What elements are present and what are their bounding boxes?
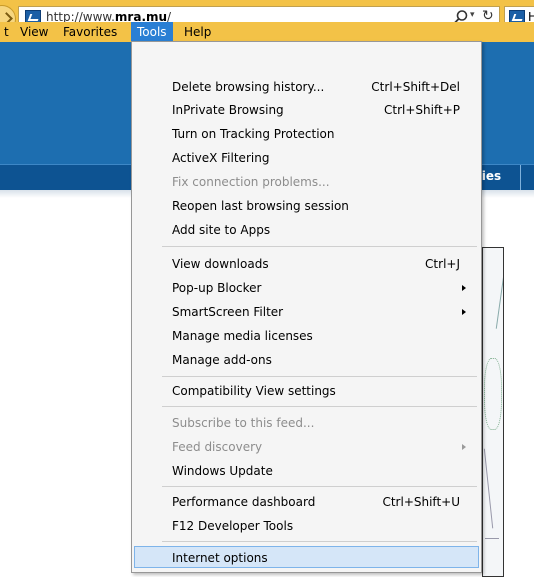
submenu-arrow-icon [462,444,466,450]
menu-separator [162,486,477,487]
menu-item-manage-add-ons[interactable]: Manage add-ons [134,348,479,370]
menu-item-performance-dashboard[interactable]: Performance dashboard Ctrl+Shift+U [134,490,479,512]
menu-favorites[interactable]: Favorites [57,22,123,42]
menu-item-manage-media-licenses[interactable]: Manage media licenses [134,324,479,346]
menu-item-reopen-last-session[interactable]: Reopen last browsing session [134,194,479,216]
menu-item-f12-developer-tools[interactable]: F12 Developer Tools [134,514,479,536]
menu-item-inprivate-browsing[interactable]: InPrivate Browsing Ctrl+Shift+P [134,98,479,120]
menu-view[interactable]: View [14,22,54,42]
nav-divider [520,165,521,190]
chevron-down-icon[interactable]: ▾ [470,10,475,20]
menu-item-fix-connection-problems: Fix connection problems... [172,175,330,189]
menu-item-activex-filtering[interactable]: ActiveX Filtering [134,146,479,168]
menu-item-internet-options[interactable]: Internet options [134,546,479,568]
submenu-arrow-icon [462,309,466,315]
menu-item-delete-browsing-history[interactable]: Delete browsing history... Ctrl+Shift+De… [134,75,479,97]
submenu-arrow-icon [462,285,466,291]
menu-item-feed-discovery: Feed discovery [134,435,479,457]
menu-item-windows-update[interactable]: Windows Update [134,459,479,481]
menu-item-smartscreen-filter[interactable]: SmartScreen Filter [134,300,479,322]
menu-item-subscribe-to-feed: Subscribe to this feed... [172,416,315,430]
menu-help[interactable]: Help [178,22,217,42]
menu-item-add-site-to-apps[interactable]: Add site to Apps [134,218,479,240]
menu-tools[interactable]: Tools [131,22,173,42]
menu-bar: t View Favorites Tools Help [0,22,534,42]
menu-item-compatibility-view-settings[interactable]: Compatibility View settings [134,379,479,401]
map-image [482,247,504,577]
menu-separator [162,406,477,407]
menu-separator [162,246,477,247]
menu-separator [162,376,477,377]
tools-menu: Delete browsing history... Ctrl+Shift+De… [131,41,482,573]
menu-item-tracking-protection[interactable]: Turn on Tracking Protection [134,122,479,144]
menu-edit[interactable]: t [0,22,15,42]
menu-item-popup-blocker[interactable]: Pop-up Blocker [134,276,479,298]
menu-separator [162,541,477,542]
menu-item-view-downloads[interactable]: View downloads Ctrl+J [134,252,479,274]
